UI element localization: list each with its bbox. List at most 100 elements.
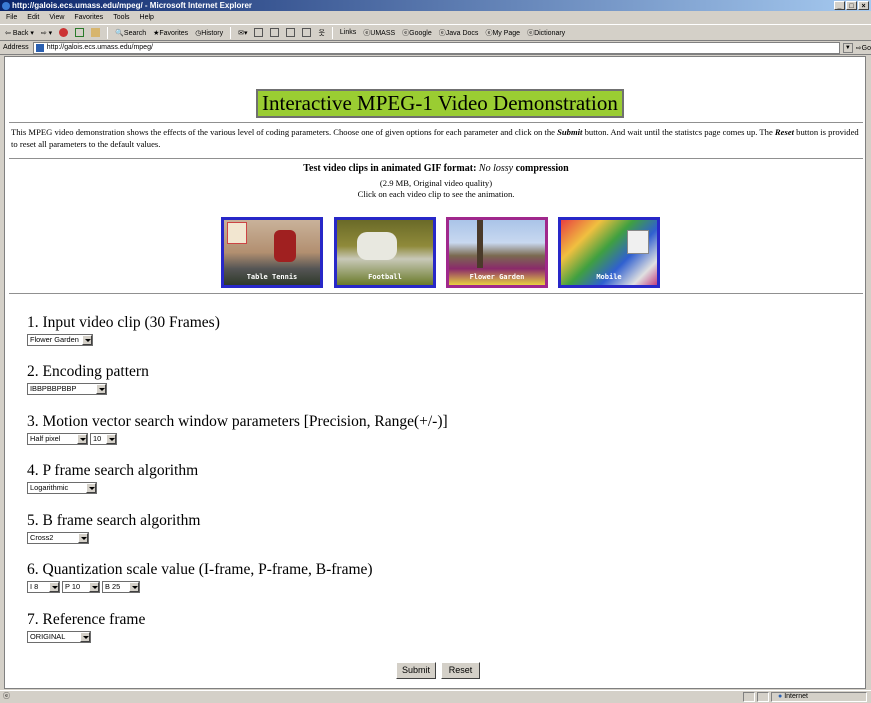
links-label: Links bbox=[339, 29, 357, 36]
param-quantization-scale: 6. Quantization scale value (I-frame, P-… bbox=[27, 561, 627, 593]
menu-view[interactable]: View bbox=[49, 11, 64, 24]
forward-arrow-icon: ⇨ bbox=[40, 29, 47, 37]
intro-submit-emphasis: Submit bbox=[557, 127, 583, 137]
dropdown-arrow-icon bbox=[86, 483, 96, 493]
buddy-icon[interactable]: 웃 bbox=[318, 28, 324, 38]
page-title: Interactive MPEG-1 Video Demonstration bbox=[256, 89, 624, 118]
b-frame-search-select[interactable]: Cross2 bbox=[27, 532, 89, 544]
param-encoding-pattern: 2. Encoding pattern IBBPBBPBBP bbox=[27, 363, 627, 395]
precision-select[interactable]: Half pixel bbox=[27, 433, 88, 445]
clip-label: Mobile bbox=[596, 273, 622, 281]
param-title: Quantization scale value (I-frame, P-fra… bbox=[42, 561, 373, 578]
p-frame-scale-select[interactable]: P 10 bbox=[62, 581, 100, 593]
maximize-button[interactable]: □ bbox=[846, 1, 857, 10]
link-dictionary[interactable]: ⓔDictionary bbox=[527, 28, 565, 38]
search-button[interactable]: 🔍Search bbox=[115, 29, 146, 37]
mail-icon: ✉ bbox=[238, 29, 244, 37]
search-label: Search bbox=[123, 29, 147, 37]
divider bbox=[9, 293, 863, 294]
b-frame-scale-select[interactable]: B 25 bbox=[102, 581, 140, 593]
menu-file[interactable]: File bbox=[6, 11, 17, 24]
dropdown-arrow-icon bbox=[129, 582, 139, 592]
reference-frame-select[interactable]: ORIGINAL bbox=[27, 631, 91, 643]
scrollbar[interactable] bbox=[866, 56, 871, 689]
menu-edit[interactable]: Edit bbox=[27, 11, 39, 24]
select-value: IBBPBBPBBP bbox=[30, 384, 77, 393]
address-input[interactable]: http://galois.ecs.umass.edu/mpeg/ bbox=[32, 41, 840, 54]
select-value: Cross2 bbox=[30, 533, 54, 542]
discuss-icon[interactable] bbox=[286, 28, 296, 37]
status-bar: ⓔ ● Internet bbox=[0, 690, 871, 702]
history-label: History bbox=[201, 29, 224, 37]
page-icon bbox=[35, 43, 44, 52]
address-bar: Address http://galois.ecs.umass.edu/mpeg… bbox=[0, 41, 871, 55]
dropdown-arrow-icon bbox=[89, 582, 99, 592]
window-title: http://galois.ecs.umass.edu/mpeg/ - Micr… bbox=[12, 1, 253, 10]
param-title: B frame search algorithm bbox=[42, 512, 201, 529]
clip-label: Football bbox=[368, 273, 402, 281]
intro-text: button. And wait until the statistcs pag… bbox=[582, 127, 775, 137]
address-dropdown-icon[interactable]: ▼ bbox=[842, 42, 853, 53]
edit-icon[interactable] bbox=[270, 28, 280, 37]
clips-size: (2.9 MB, Original video quality) bbox=[379, 178, 493, 188]
page-content: Interactive MPEG-1 Video Demonstration T… bbox=[4, 56, 866, 689]
p-frame-search-select[interactable]: Logarithmic bbox=[27, 482, 97, 494]
input-clip-select[interactable]: Flower Garden bbox=[27, 334, 93, 346]
select-value: 10 bbox=[93, 434, 102, 443]
select-value: Half pixel bbox=[30, 434, 61, 443]
clip-label: Flower Garden bbox=[469, 273, 525, 281]
menu-favorites[interactable]: Favorites bbox=[74, 11, 103, 24]
back-button[interactable]: ⇦ Back ▾ bbox=[5, 29, 34, 37]
history-button[interactable]: ◷History bbox=[195, 29, 223, 37]
range-select[interactable]: 10 bbox=[90, 433, 117, 445]
go-label: Go bbox=[861, 44, 871, 52]
dropdown-arrow-icon bbox=[96, 384, 106, 394]
select-value: B 25 bbox=[105, 582, 121, 591]
minimize-button[interactable]: _ bbox=[834, 1, 845, 10]
stop-icon[interactable] bbox=[59, 28, 69, 37]
clips-heading-text: Test video clips in animated GIF format: bbox=[303, 163, 479, 174]
address-url: http://galois.ecs.umass.edu/mpeg/ bbox=[46, 43, 153, 51]
clips-heading-text: compression bbox=[513, 163, 569, 174]
mail-button[interactable]: ✉▾ bbox=[238, 29, 247, 37]
home-icon[interactable] bbox=[91, 28, 101, 37]
refresh-icon[interactable] bbox=[75, 28, 85, 37]
players-shape bbox=[357, 232, 397, 260]
dropdown-arrow-icon bbox=[77, 434, 87, 444]
i-frame-scale-select[interactable]: I 8 bbox=[27, 581, 60, 593]
clip-table-tennis[interactable]: Table Tennis bbox=[221, 217, 323, 288]
select-value: Logarithmic bbox=[30, 483, 69, 492]
forward-button[interactable]: ⇨ ▾ bbox=[41, 29, 52, 37]
param-title: P frame search algorithm bbox=[42, 462, 199, 479]
dropdown-arrow-icon bbox=[80, 632, 90, 642]
param-title: Input video clip (30 Frames) bbox=[42, 314, 220, 331]
link-my-page[interactable]: ⓔMy Page bbox=[485, 28, 520, 38]
favorites-button[interactable]: ★Favorites bbox=[153, 29, 188, 37]
print-icon[interactable] bbox=[254, 28, 264, 37]
clip-mobile[interactable]: Mobile bbox=[558, 217, 660, 288]
submit-button[interactable]: Submit bbox=[396, 662, 436, 679]
favorites-label: Favorites bbox=[159, 29, 189, 37]
param-reference-frame: 7. Reference frame ORIGINAL bbox=[27, 611, 627, 643]
toolbar-separator bbox=[331, 26, 333, 39]
reset-button[interactable]: Reset bbox=[441, 662, 480, 679]
close-button[interactable]: × bbox=[858, 1, 869, 10]
status-cell bbox=[757, 692, 769, 702]
param-title: Reference frame bbox=[42, 611, 146, 628]
link-umass[interactable]: ⓔUMASS bbox=[363, 28, 395, 38]
encoding-pattern-select[interactable]: IBBPBBPBBP bbox=[27, 383, 107, 395]
ie-page-icon: ⓔ bbox=[527, 29, 535, 37]
clip-football[interactable]: Football bbox=[334, 217, 436, 288]
page-status-icon: ⓔ bbox=[3, 693, 10, 700]
divider bbox=[9, 158, 863, 159]
link-java-docs[interactable]: ⓔJava Docs bbox=[439, 28, 479, 38]
go-button[interactable]: ⇨Go bbox=[856, 44, 871, 52]
messenger-icon[interactable] bbox=[302, 28, 312, 37]
clip-flower-garden[interactable]: Flower Garden bbox=[446, 217, 548, 288]
menu-help[interactable]: Help bbox=[140, 11, 154, 24]
calendar-shape bbox=[627, 230, 649, 254]
menu-tools[interactable]: Tools bbox=[113, 11, 129, 24]
dropdown-arrow-icon bbox=[49, 582, 59, 592]
divider bbox=[9, 122, 863, 123]
link-google[interactable]: ⓔGoogle bbox=[402, 28, 432, 38]
